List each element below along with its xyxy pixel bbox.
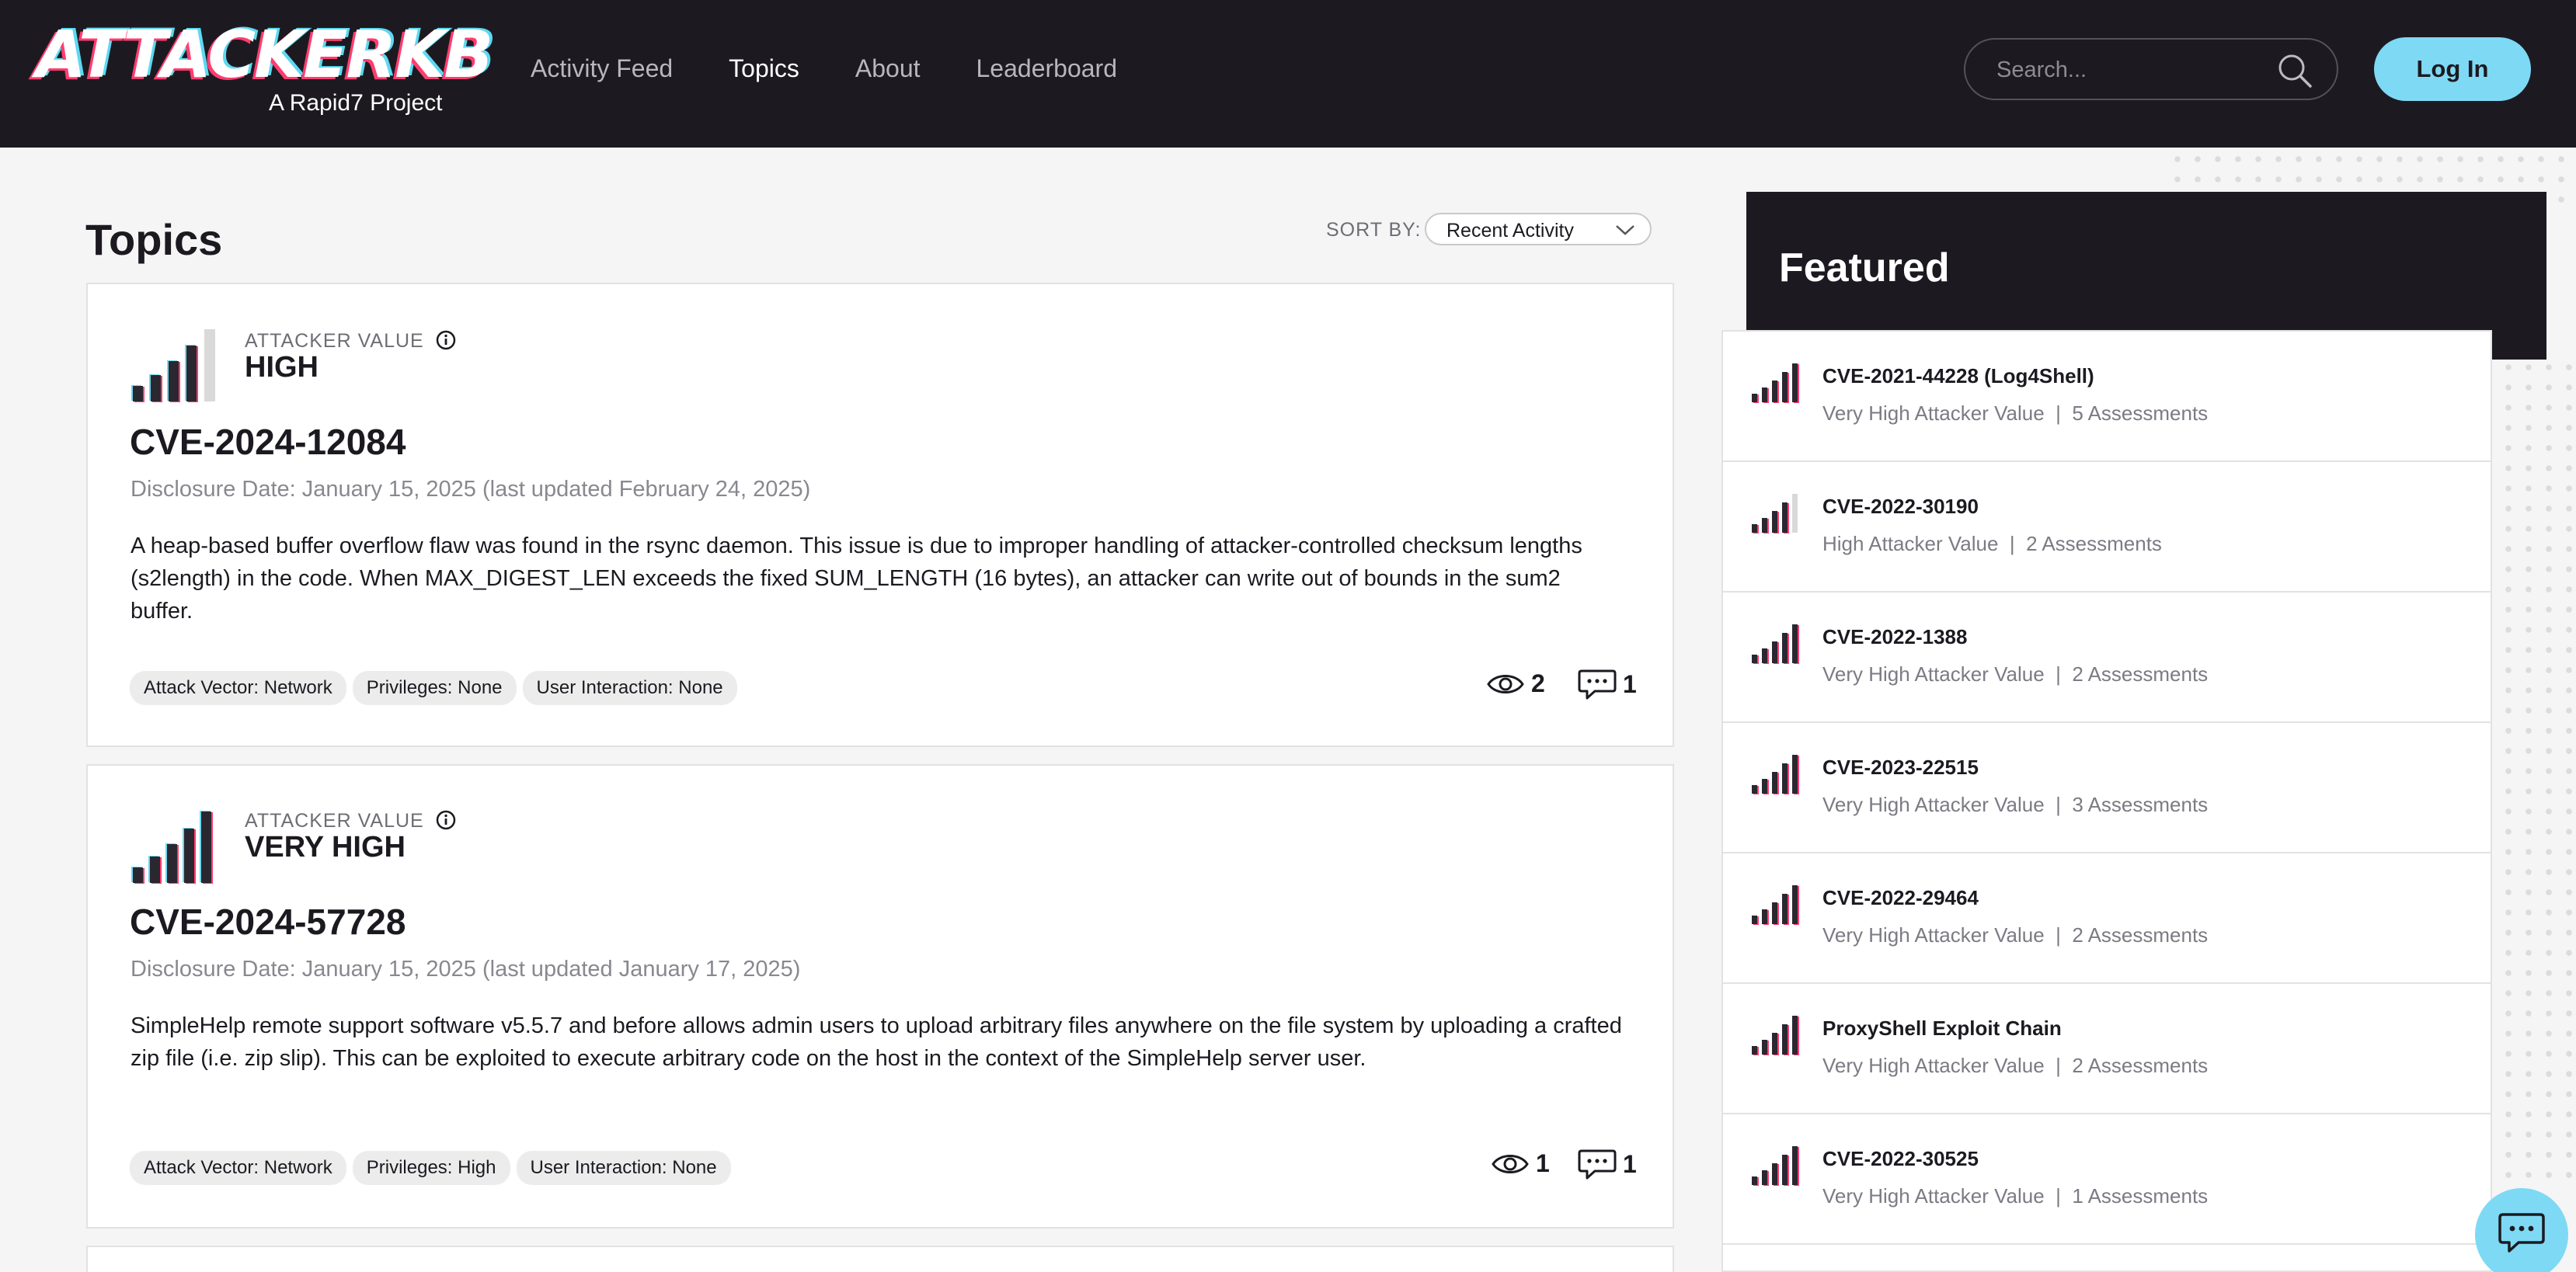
featured-item-meta: Very High Attacker Value | 2 Assessments [1822, 662, 2209, 686]
chevron-down-icon [1616, 225, 1634, 235]
attacker-value-bars-icon [1752, 755, 1799, 794]
chat-icon [2498, 1213, 2545, 1253]
featured-item[interactable]: CVE-2022-29464 Very High Attacker Value … [1723, 853, 2491, 984]
attacker-value-bars-icon [1752, 1146, 1799, 1186]
featured-item-title: CVE-2022-1388 [1822, 625, 1968, 648]
topic-card[interactable]: ATTACKER VALUE VERY HIGH CVE-2024-57728 … [86, 764, 1674, 1229]
topic-tags: Attack Vector: Network Privileges: High … [130, 1151, 731, 1185]
nav-topics[interactable]: Topics [729, 54, 799, 83]
sort-label: SORT BY: [1326, 219, 1422, 241]
nav-activity-feed[interactable]: Activity Feed [531, 54, 673, 83]
tag-user-interaction: User Interaction: None [522, 671, 737, 705]
sort-select[interactable]: Recent Activity [1425, 213, 1652, 245]
tag-user-interaction: User Interaction: None [516, 1151, 731, 1185]
attackerkb-logo[interactable]: ATTACKERKB A Rapid7 Project [36, 16, 493, 116]
info-icon[interactable] [435, 329, 457, 351]
comments-count: 1 [1578, 668, 1637, 700]
logo-wordmark: ATTACKERKB [36, 16, 493, 92]
search-input[interactable] [1996, 55, 2261, 85]
featured-item-meta: Very High Attacker Value | 3 Assessments [1822, 793, 2209, 816]
featured-item[interactable]: CVE-2021-44228 (Log4Shell) Very High Att… [1723, 332, 2491, 462]
attacker-value-bars-icon [1752, 363, 1799, 403]
views-count: 2 [1486, 669, 1545, 698]
attacker-value-bars-icon [1752, 494, 1798, 533]
featured-item-title: CVE-2022-30190 [1822, 495, 1979, 518]
featured-item-title: CVE-2022-29464 [1822, 886, 1979, 909]
featured-title: Featured [1779, 245, 1950, 290]
attacker-value-bars-icon [131, 329, 215, 402]
featured-item[interactable]: ProxyShell Exploit Chain Very High Attac… [1723, 984, 2491, 1114]
featured-item-meta: Very High Attacker Value | 2 Assessments [1822, 923, 2209, 947]
featured-item-title: CVE-2022-30525 [1822, 1147, 1979, 1170]
featured-item-title: CVE-2021-44228 (Log4Shell) [1822, 364, 2094, 388]
logo-subtitle: A Rapid7 Project [269, 90, 443, 116]
featured-item[interactable]: CVE-2023-22515 Very High Attacker Value … [1723, 723, 2491, 853]
nav-about[interactable]: About [855, 54, 921, 83]
eye-icon [1487, 674, 1524, 693]
featured-item-meta: High Attacker Value | 2 Assessments [1822, 532, 2162, 555]
featured-item-meta: Very High Attacker Value | 2 Assessments [1822, 1054, 2209, 1077]
comments-count: 1 [1578, 1148, 1637, 1180]
dot-pattern-right [2498, 357, 2576, 1180]
views-count: 1 [1491, 1149, 1550, 1178]
featured-item-meta: Very High Attacker Value | 1 Assessments [1822, 1184, 2209, 1208]
tag-attack-vector: Attack Vector: Network [130, 1151, 346, 1185]
featured-item[interactable]: CVE-2022-30190 High Attacker Value | 2 A… [1723, 462, 2491, 593]
disclosure-date: Disclosure Date: January 15, 2025 (last … [131, 957, 801, 982]
login-button[interactable]: Log In [2374, 37, 2531, 101]
sort-select-value: Recent Activity [1446, 220, 1574, 242]
comment-icon [1578, 669, 1617, 700]
attacker-value: VERY HIGH [245, 831, 406, 864]
featured-item-title: CVE-2023-22515 [1822, 756, 1979, 779]
featured-item[interactable]: CVE-2022-30525 Very High Attacker Value … [1723, 1114, 2491, 1245]
site-header: ATTACKERKB A Rapid7 Project Activity Fee… [0, 0, 2576, 148]
attacker-value-bars-icon [131, 811, 213, 884]
topic-title[interactable]: CVE-2024-57728 [130, 901, 406, 943]
tag-attack-vector: Attack Vector: Network [130, 671, 346, 705]
topic-title[interactable]: CVE-2024-12084 [130, 421, 406, 463]
featured-list: CVE-2021-44228 (Log4Shell) Very High Att… [1721, 330, 2492, 1272]
featured-item-title: ProxyShell Exploit Chain [1822, 1017, 2062, 1040]
chat-button[interactable] [2475, 1188, 2568, 1272]
attacker-value-label: ATTACKER VALUE [245, 329, 457, 353]
eye-icon [1492, 1154, 1529, 1173]
attacker-value: HIGH [245, 351, 319, 384]
featured-item[interactable]: CVE-2022-1388 Very High Attacker Value |… [1723, 593, 2491, 723]
topic-description: SimpleHelp remote support software v5.5.… [131, 1013, 1622, 1071]
tag-privileges: Privileges: None [352, 671, 517, 705]
attacker-value-label: ATTACKER VALUE [245, 809, 457, 832]
info-icon[interactable] [435, 809, 457, 831]
tag-privileges: Privileges: High [352, 1151, 510, 1185]
nav-leaderboard[interactable]: Leaderboard [976, 54, 1117, 83]
topic-card[interactable]: ATTACKER VALUE HIGH CVE-2024-12084 Discl… [86, 283, 1674, 747]
attacker-value-bars-icon [1752, 624, 1799, 664]
main-nav: Activity Feed Topics About Leaderboard [531, 54, 1117, 83]
topic-description: A heap-based buffer overflow flaw was fo… [131, 533, 1582, 624]
topic-card[interactable] [86, 1246, 1674, 1272]
attacker-value-bars-icon [1752, 1016, 1799, 1055]
search-box [1964, 38, 2338, 100]
disclosure-date: Disclosure Date: January 15, 2025 (last … [131, 477, 811, 502]
topic-tags: Attack Vector: Network Privileges: None … [130, 671, 737, 705]
featured-item-meta: Very High Attacker Value | 5 Assessments [1822, 401, 2209, 425]
attacker-value-bars-icon [1752, 885, 1799, 925]
page-title: Topics [85, 215, 223, 264]
comment-icon [1578, 1149, 1617, 1180]
search-icon[interactable] [2276, 52, 2313, 89]
